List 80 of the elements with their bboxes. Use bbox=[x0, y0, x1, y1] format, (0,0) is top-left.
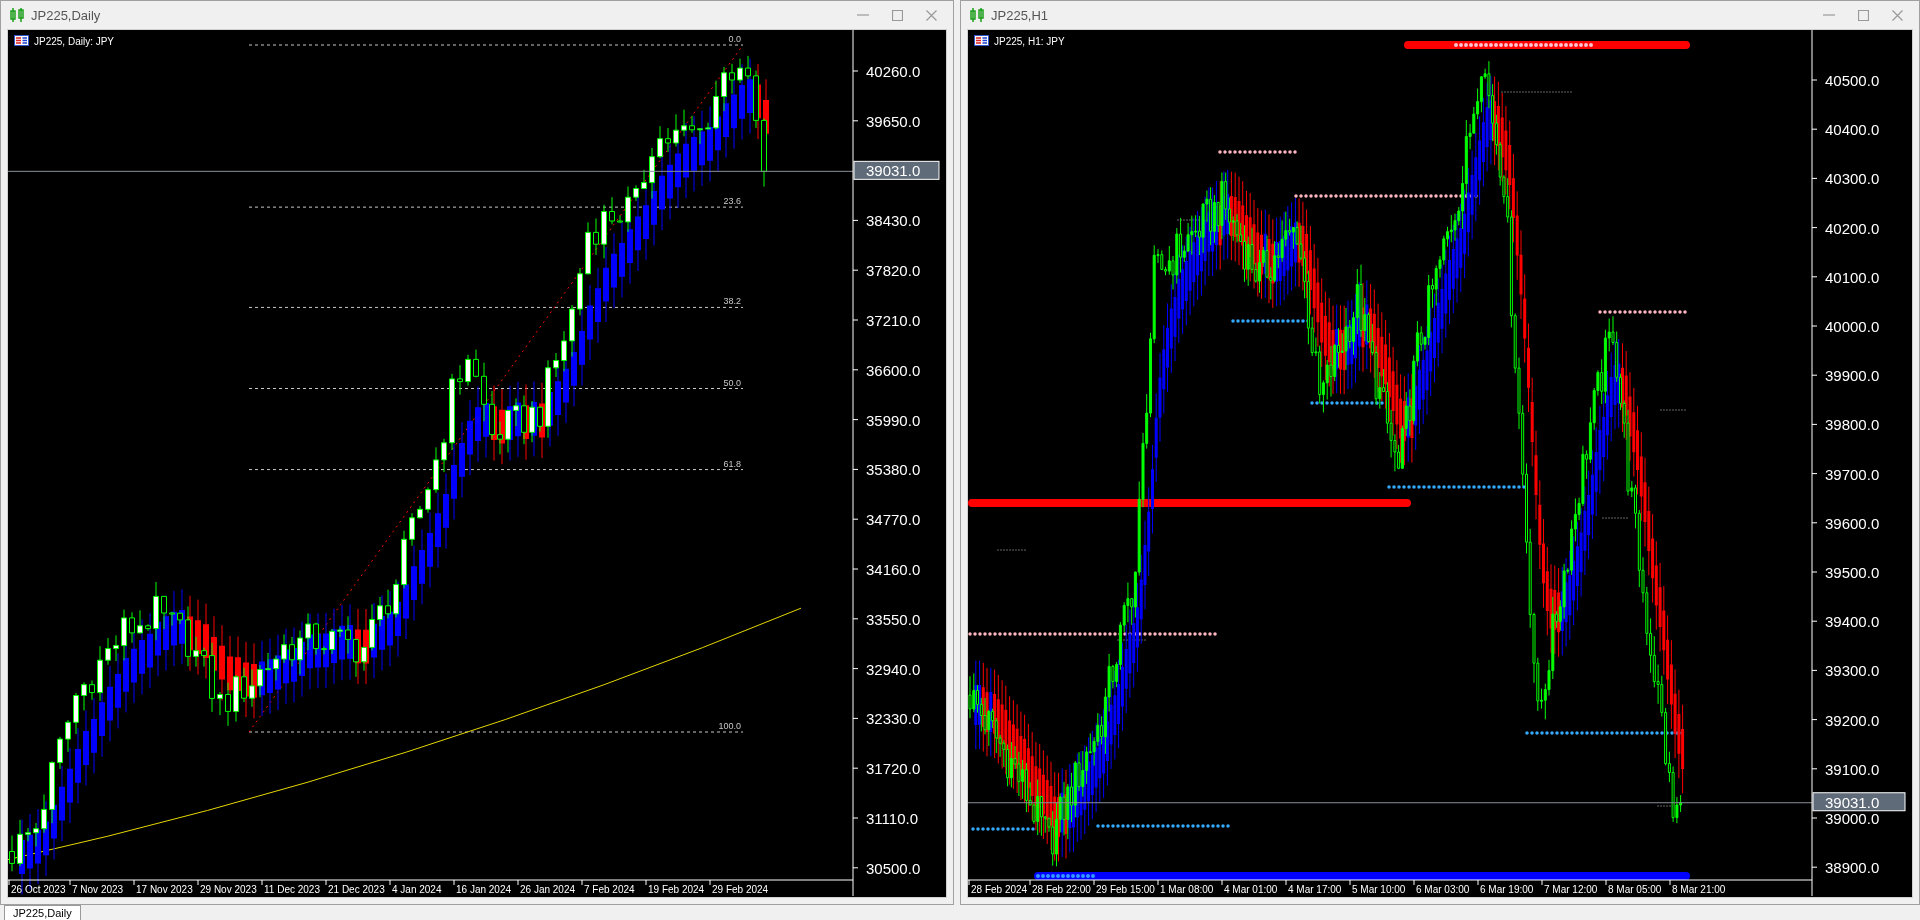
date-axis-label: 17 Nov 2023 bbox=[136, 884, 193, 895]
date-axis-label: 26 Jan 2024 bbox=[520, 884, 576, 895]
price-axis-label: 39400.0 bbox=[1825, 613, 1880, 631]
price-axis-label: 40400.0 bbox=[1825, 121, 1880, 139]
date-axis-label: 6 Mar 03:00 bbox=[1416, 884, 1470, 895]
price-axis-label: 39900.0 bbox=[1825, 367, 1880, 385]
close-icon bbox=[1891, 9, 1903, 21]
price-axis-label: 37210.0 bbox=[866, 312, 921, 329]
price-axis-label: 30500.0 bbox=[866, 859, 921, 877]
chart-tab[interactable]: JP225,Daily bbox=[4, 905, 81, 920]
price-axis-label: 31720.0 bbox=[866, 760, 921, 778]
candlestick-icon bbox=[9, 7, 25, 23]
date-axis-label: 28 Feb 2024 bbox=[971, 884, 1028, 895]
current-price-label: 39031.0 bbox=[1812, 792, 1906, 812]
date-axis-label: 29 Feb 2024 bbox=[712, 884, 769, 895]
date-axis-label: 29 Feb 15:00 bbox=[1096, 884, 1155, 895]
fibonacci-level-label: 61.8 bbox=[723, 458, 741, 469]
date-axis-label: 4 Mar 01:00 bbox=[1224, 884, 1278, 895]
date-axis-label: 19 Feb 2024 bbox=[648, 884, 705, 895]
close-icon bbox=[925, 9, 937, 21]
window-title: JP225,H1 bbox=[991, 7, 1050, 23]
minimize-icon bbox=[1823, 14, 1835, 16]
chart-symbol-label: JP225, H1: JPY bbox=[994, 35, 1065, 47]
price-axis-label: 39100.0 bbox=[1825, 760, 1880, 778]
minimize-icon bbox=[857, 14, 869, 16]
price-axis-label: 39500.0 bbox=[1825, 564, 1880, 581]
price-axis-label: 39700.0 bbox=[1825, 465, 1880, 483]
price-axis-label: 39200.0 bbox=[1825, 711, 1880, 729]
price-axis-label: 38900.0 bbox=[1825, 859, 1880, 877]
date-axis-label: 1 Mar 08:00 bbox=[1160, 884, 1214, 895]
date-axis-label: 6 Mar 19:00 bbox=[1480, 884, 1534, 895]
price-axis-label: 40500.0 bbox=[1825, 72, 1880, 89]
price-axis-label: 36600.0 bbox=[866, 361, 921, 379]
date-axis-label: 29 Nov 2023 bbox=[200, 884, 257, 895]
price-axis-label: 35990.0 bbox=[866, 411, 921, 429]
fibonacci-level-label: 50.0 bbox=[723, 377, 741, 388]
date-axis-label: 26 Oct 2023 bbox=[11, 884, 66, 895]
fibonacci-level-label: 23.6 bbox=[723, 196, 741, 207]
chart-symbol-icon bbox=[974, 35, 989, 46]
date-axis-label: 4 Jan 2024 bbox=[392, 884, 442, 895]
window-title: JP225,Daily bbox=[31, 7, 102, 23]
chart-symbol-label: JP225, Daily: JPY bbox=[34, 35, 115, 47]
price-axis-label: 40000.0 bbox=[1825, 318, 1880, 335]
date-axis-label: 28 Feb 22:00 bbox=[1032, 884, 1091, 895]
date-axis-label: 21 Dec 2023 bbox=[328, 884, 385, 895]
price-axis-label: 39300.0 bbox=[1825, 662, 1880, 680]
price-axis-label: 40300.0 bbox=[1825, 170, 1880, 188]
chart-symbol-icon bbox=[14, 35, 29, 46]
date-axis-label: 16 Jan 2024 bbox=[456, 884, 512, 895]
date-axis-label: 4 Mar 17:00 bbox=[1288, 884, 1342, 895]
price-axis-label: 39650.0 bbox=[866, 112, 921, 130]
date-axis-label: 8 Mar 05:00 bbox=[1608, 884, 1662, 895]
date-axis-label: 5 Mar 10:00 bbox=[1352, 884, 1406, 895]
price-axis-label: 39800.0 bbox=[1825, 416, 1880, 434]
maximize-icon bbox=[1857, 9, 1869, 21]
price-axis-label: 39600.0 bbox=[1825, 514, 1880, 532]
current-price-label: 39031.0 bbox=[853, 160, 940, 180]
date-axis-label: 7 Nov 2023 bbox=[72, 884, 124, 895]
candlestick-icon bbox=[969, 7, 985, 23]
price-axis-label: 31110.0 bbox=[866, 810, 918, 827]
price-axis-label: 40200.0 bbox=[1825, 219, 1880, 237]
date-axis-label: 11 Dec 2023 bbox=[264, 884, 320, 895]
price-axis-label: 40100.0 bbox=[1825, 268, 1880, 286]
price-axis-label: 33550.0 bbox=[866, 610, 921, 628]
price-axis-label: 34770.0 bbox=[866, 511, 921, 529]
price-axis-label: 32330.0 bbox=[866, 710, 921, 728]
price-axis-label: 40260.0 bbox=[866, 63, 921, 80]
fibonacci-level-label: 0.0 bbox=[728, 34, 741, 44]
maximize-icon bbox=[891, 9, 903, 21]
fibonacci-level-label: 38.2 bbox=[723, 296, 741, 307]
price-axis-label: 38430.0 bbox=[866, 212, 921, 230]
date-axis-label: 8 Mar 21:00 bbox=[1672, 884, 1726, 895]
date-axis-label: 7 Mar 12:00 bbox=[1544, 884, 1598, 895]
fibonacci-level-label: 100.0 bbox=[718, 721, 741, 731]
price-axis-label: 34160.0 bbox=[866, 561, 921, 578]
price-axis-label: 35380.0 bbox=[866, 461, 921, 479]
date-axis-label: 7 Feb 2024 bbox=[584, 884, 635, 895]
price-axis-label: 39000.0 bbox=[1825, 810, 1880, 827]
price-axis-label: 37820.0 bbox=[866, 262, 921, 280]
price-axis-label: 32940.0 bbox=[866, 660, 921, 678]
